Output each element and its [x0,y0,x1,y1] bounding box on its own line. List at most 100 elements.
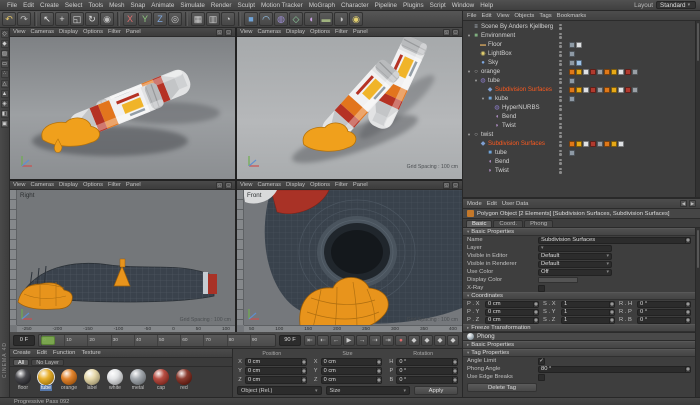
tag-icon[interactable] [618,140,624,147]
tag-icon[interactable] [597,140,603,147]
object-row-scene-by-anders-kjellberg[interactable]: ≡ Scene By Anders Kjellberg [463,22,700,31]
visibility-toggles[interactable] [559,131,562,138]
viewport-menu-view[interactable]: View [13,29,25,35]
rotate-icon[interactable]: ↻ [85,12,99,26]
object-manager-menu-bookmarks[interactable]: Bookmarks [557,13,586,19]
viewport-menu-options[interactable]: Options [83,182,103,188]
tag-icon[interactable] [576,41,582,48]
add-spline-icon[interactable]: ◠ [259,12,273,26]
scale-icon[interactable]: ◱ [70,12,84,26]
pane-maximize-icon[interactable]: ▢ [452,181,459,189]
menu-render[interactable]: Render [208,2,235,9]
tag-icon[interactable] [583,86,589,93]
menu-tools[interactable]: Tools [85,2,106,9]
menu-file[interactable]: File [4,2,20,9]
material-metal[interactable]: metal [128,369,148,391]
r-b-input[interactable]: 0 ° [637,316,691,324]
visible-in-editor-dropdown[interactable]: Default [538,252,612,260]
object-row-environment[interactable]: ▾ ■ Environment [463,31,700,40]
tag-icon[interactable] [611,68,617,75]
apply-button[interactable]: Apply [414,386,458,395]
object-row-floor[interactable]: ▬ Floor [463,40,700,49]
tag-icon[interactable] [569,68,575,75]
menu-mograph[interactable]: MoGraph [306,2,338,9]
edges-mode-icon[interactable]: △ [0,80,9,88]
history-back-icon[interactable]: ◀ [680,200,687,207]
add-generator-icon[interactable]: ◇ [289,12,303,26]
attribute-scrollbar[interactable] [695,228,700,397]
phong-basic-properties-header[interactable]: Basic Properties [463,341,695,349]
object-row-subdivision-surfaces[interactable]: ◆ Subdivision Surfaces [463,85,700,94]
play-button[interactable]: ▶ [343,334,355,346]
previous-frame-button[interactable]: ← [330,334,342,346]
object-row-lightbox[interactable]: ◉ LightBox [463,49,700,58]
viewport-menu-panel[interactable]: Panel [353,182,368,188]
tag-icon[interactable] [569,86,575,93]
visibility-toggles[interactable] [559,77,562,84]
viewport-front[interactable]: View Cameras Display Options Filter Panel ◱ ▢ [237,181,462,332]
object-manager-menu-edit[interactable]: Edit [482,13,492,19]
viewport-menu-view[interactable]: View [240,182,252,188]
tag-icon[interactable] [576,68,582,75]
viewport-menu-view[interactable]: View [13,182,25,188]
viewport-menu-cameras[interactable]: Cameras [30,29,54,35]
record-position-button[interactable]: ◆ [408,334,420,346]
tag-icon[interactable] [569,41,575,48]
tag-icon[interactable] [569,50,575,57]
display-color-swatch[interactable] [538,277,578,283]
tag-icon[interactable] [625,86,631,93]
tag-icon[interactable] [590,68,596,75]
coordinate-system-icon[interactable]: ◎ [168,12,182,26]
material-white[interactable]: white [105,369,125,391]
object-manager-menu-objects[interactable]: Objects [514,13,534,19]
menu-simulate[interactable]: Simulate [177,2,208,9]
timeline-playhead[interactable] [41,335,55,345]
tag-icon[interactable] [569,77,575,84]
visibility-toggles[interactable] [559,122,562,129]
lock-y-button[interactable]: Y [138,12,152,26]
viewport-menu-display[interactable]: Display [59,182,78,188]
make-editable-icon[interactable]: ◇ [0,30,9,38]
phong-angle-input[interactable]: 80 ° [538,365,691,373]
p-x-input[interactable]: 0 cm [485,300,539,308]
object-manager-menu-view[interactable]: View [497,13,510,19]
record-button[interactable]: ● [395,334,407,346]
material-thumbnail[interactable] [107,369,123,385]
render-picture-viewer-icon[interactable]: ▥ [206,12,220,26]
menu-script[interactable]: Script [427,2,449,9]
angle-limit-checkbox[interactable] [538,357,545,365]
tag-icon[interactable] [590,86,596,93]
viewport-canvas[interactable]: -250 -200 -150 -100 -50 0 50 100 Right Grid Spa… [10,190,235,332]
pane-switch-icon[interactable]: ◱ [216,181,223,189]
menu-motion-tracker[interactable]: Motion Tracker [258,2,306,9]
visibility-toggles[interactable] [559,68,562,75]
render-settings-icon[interactable]: ◔ [221,12,235,26]
cm-rotation-p-input[interactable]: 0 ° [396,367,458,375]
object-row-kube[interactable]: ▾ ■ kube [463,94,700,103]
snap-icon[interactable]: ◧ [0,110,9,118]
material-cap[interactable]: cap [151,369,171,391]
tag-icon[interactable] [611,140,617,147]
viewport-canvas[interactable]: Grid Spacing : 100 cm [237,37,462,179]
material-thumbnail[interactable] [37,368,55,386]
texture-mode-icon[interactable]: ▨ [0,50,9,58]
tag-icon[interactable] [576,59,582,66]
viewport-perspective-render[interactable]: View Cameras Display Options Filter Panel ◱ ▢ [10,28,235,179]
viewport-menu-display[interactable]: Display [286,182,305,188]
viewport-menu-display[interactable]: Display [286,29,305,35]
history-forward-icon[interactable]: ▶ [689,200,696,207]
model-mode-icon[interactable]: ◆ [0,40,9,48]
material-floor[interactable]: floor [13,369,33,391]
tag-icon[interactable] [604,140,610,147]
cm-position-x-input[interactable]: 0 cm [245,358,307,366]
viewport-perspective[interactable]: View Cameras Display Options Filter Panel ◱ ▢ … [237,28,462,179]
viewport-menu-cameras[interactable]: Cameras [257,182,281,188]
previous-key-button[interactable]: ⇠ [317,334,329,346]
menu-sculpt[interactable]: Sculpt [235,2,259,9]
material-menu-function[interactable]: Function [53,350,76,356]
material-thumbnail[interactable] [15,369,31,385]
record-rotation-button[interactable]: ◆ [434,334,446,346]
tag-icon[interactable] [569,95,575,102]
p-y-input[interactable]: 0 cm [485,308,539,316]
visibility-toggles[interactable] [559,167,562,174]
